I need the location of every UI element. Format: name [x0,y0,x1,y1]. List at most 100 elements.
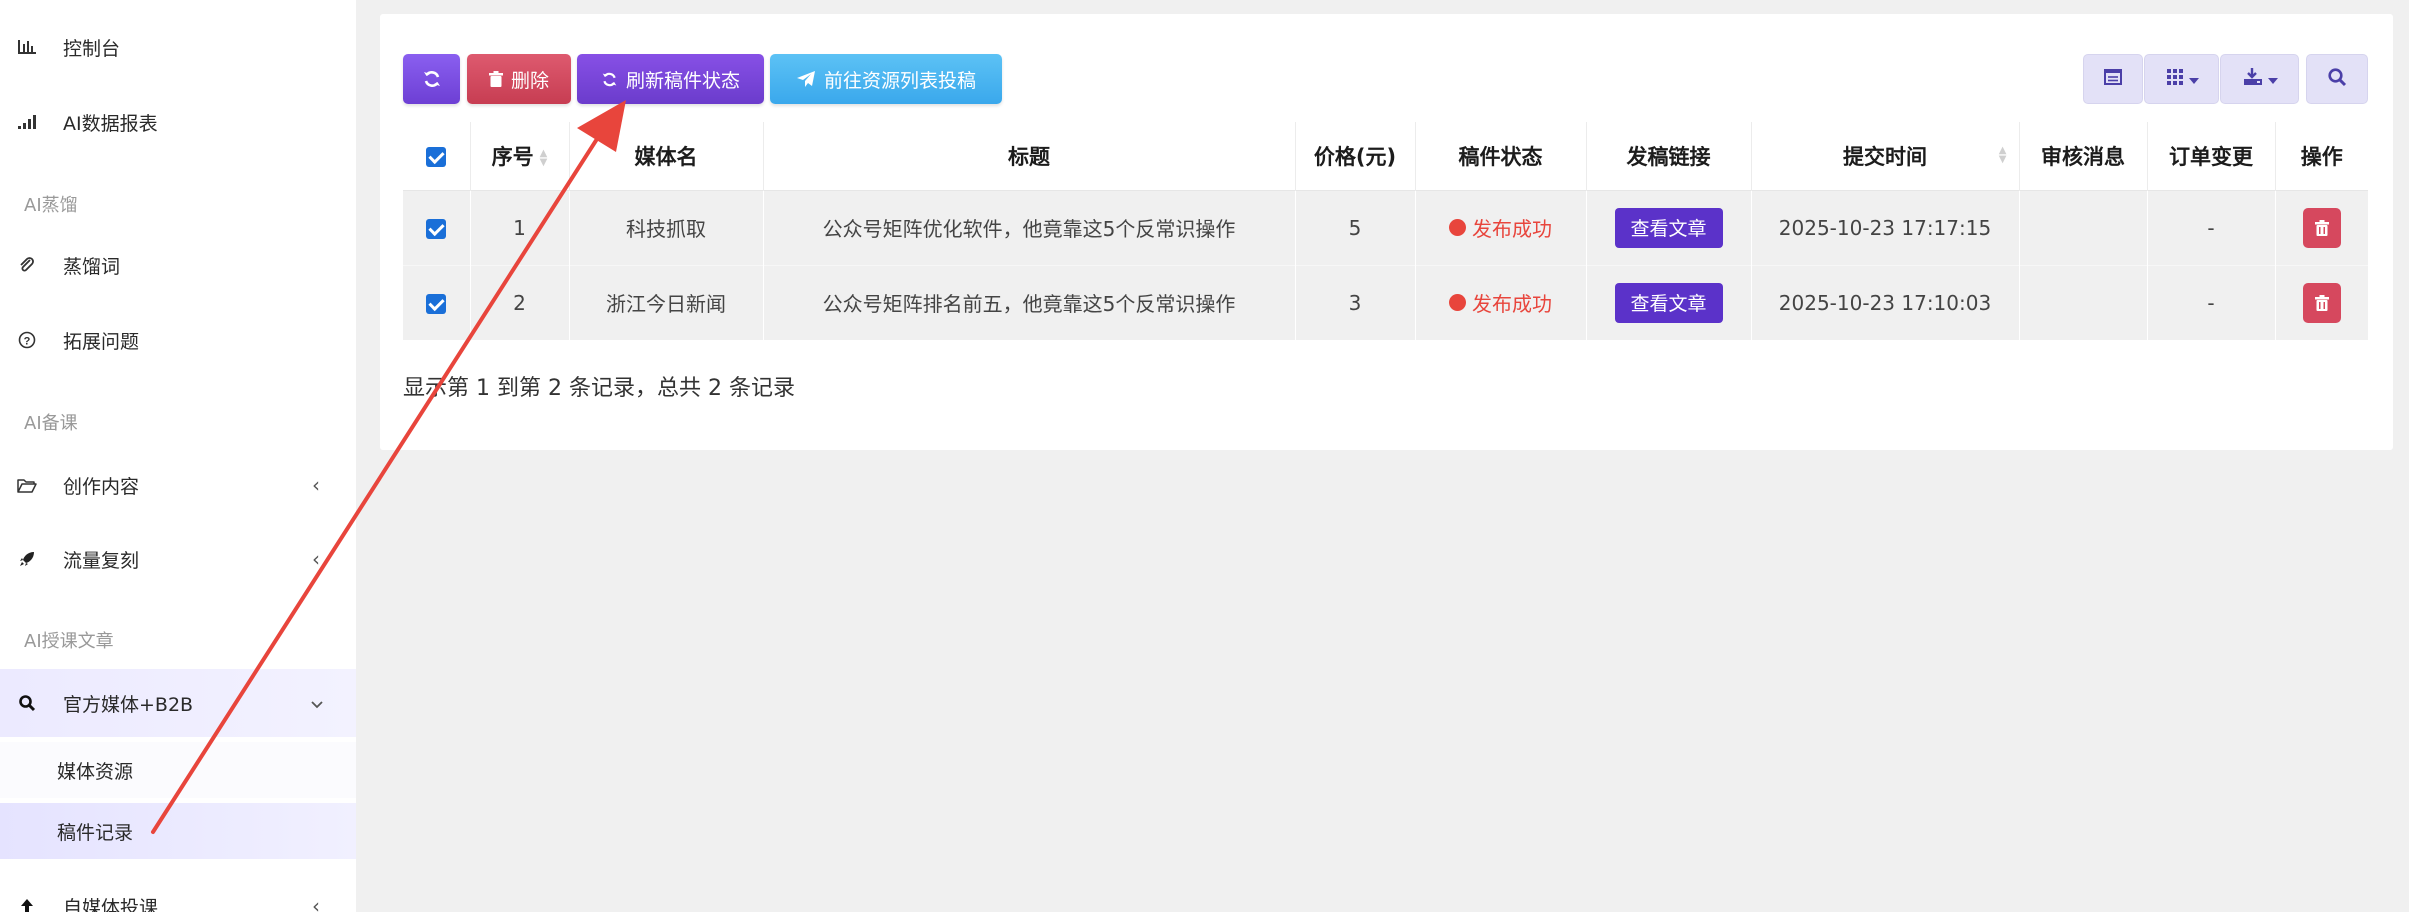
sidebar-subitem-media-resources[interactable]: 媒体资源 [0,742,356,798]
paper-plane-icon [796,70,816,88]
cell-media: 科技抓取 [569,189,764,265]
sidebar-item-label: 自媒体投课 [63,896,159,912]
chevron-left-icon: ‹ [312,894,320,912]
checkbox[interactable] [426,146,447,167]
select-all-checkbox[interactable] [403,122,471,190]
sidebar-item-label: 蒸馏词 [63,255,121,278]
status-badge: 发布成功 [1449,288,1552,317]
sidebar-item-ai-report[interactable]: AI数据报表 [0,92,356,152]
cell-order-change: - [2147,189,2276,265]
cell-media: 浙江今日新闻 [569,264,764,340]
refresh-status-button[interactable]: 刷新稿件状态 [577,54,764,104]
status-dot-icon [1449,294,1466,312]
caret-down-icon [2267,70,2278,89]
search-button[interactable] [2306,54,2368,104]
cell-status: 发布成功 [1415,264,1587,340]
pagination-info: 显示第 1 到第 2 条记录，总共 2 条记录 [403,376,795,401]
records-table: 序号 ▲ ▼ 媒体名 标题 价格(元) 稿件状态 发稿链接 提交时间 ▲ ▼ 审核消息 … [403,122,2368,340]
sidebar-item-label: 控制台 [63,37,121,60]
cell-index: 1 [470,189,570,265]
col-header-order-change: 订单变更 [2147,122,2276,190]
table-row: 1 科技抓取 公众号矩阵优化软件，他竟靠这5个反常识操作 5 发布成功 查看文章… [403,189,2368,265]
section-title-article: AI授课文章 [24,631,114,652]
toggle-view-button[interactable] [2083,54,2143,104]
sidebar-item-label: 拓展问题 [63,330,140,353]
table-row: 2 浙江今日新闻 公众号矩阵排名前五，他竟靠这5个反常识操作 3 发布成功 查看… [403,264,2368,340]
search-icon [2327,67,2347,91]
col-header-price: 价格(元) [1295,122,1416,190]
rocket-icon [16,548,38,570]
row-delete-button[interactable] [2302,207,2341,248]
sort-icon: ▲ ▼ [539,147,548,168]
col-header-title: 标题 [763,122,1296,190]
row-checkbox[interactable] [426,219,447,239]
bar-chart-icon [16,36,38,58]
cell-title: 公众号矩阵优化软件，他竟靠这5个反常识操作 [763,189,1296,265]
view-article-button[interactable]: 查看文章 [1614,282,1723,323]
delete-button[interactable]: 删除 [467,54,571,104]
sidebar-item-official-media[interactable]: 官方媒体+B2B [0,669,356,737]
columns-button[interactable] [2144,54,2219,104]
cell-index: 2 [470,264,570,340]
sidebar-item-self-media[interactable]: 自媒体投课 ‹ [0,876,356,912]
sidebar-subitem-manuscript-records[interactable]: 稿件记录 [0,803,356,859]
chevron-left-icon: ‹ [312,547,320,571]
row-checkbox-cell[interactable] [403,264,471,340]
row-checkbox-cell[interactable] [403,189,471,265]
cell-price: 3 [1295,264,1416,340]
sidebar-subitem-label: 稿件记录 [57,821,134,844]
sidebar-item-label: AI数据报表 [63,112,158,135]
sidebar-item-create-content[interactable]: 创作内容 ‹ [0,455,356,515]
sidebar-item-label: 创作内容 [63,475,140,498]
cell-order-change: - [2147,264,2276,340]
svg-text:?: ? [24,336,31,348]
sidebar-item-expand-questions[interactable]: ? 拓展问题 [0,310,356,370]
sidebar-item-traffic-replica[interactable]: 流量复刻 ‹ [0,529,356,589]
col-header-link: 发稿链接 [1586,122,1752,190]
search-icon [16,692,38,714]
cell-review [2019,189,2148,265]
sidebar-subitem-label: 媒体资源 [57,760,134,783]
sidebar: 控制台 AI数据报表 AI蒸馏 蒸馏词 ? 拓展问题 AI备课 创作内容 ‹ 流… [0,0,356,912]
cell-title: 公众号矩阵排名前五，他竟靠这5个反常识操作 [763,264,1296,340]
cell-price: 5 [1295,189,1416,265]
download-icon [2242,67,2264,91]
trash-icon [2314,294,2329,311]
export-button[interactable] [2220,54,2299,104]
goto-resource-label: 前往资源列表投稿 [823,69,976,92]
folder-open-icon [16,474,38,496]
cell-link: 查看文章 [1586,264,1752,340]
sidebar-item-distill-words[interactable]: 蒸馏词 [0,235,356,295]
question-circle-icon: ? [16,329,38,351]
upload-arrow-icon [16,895,38,912]
trash-icon [488,71,503,87]
col-header-action: 操作 [2275,122,2368,190]
section-title-distill: AI蒸馏 [24,195,78,216]
grid-icon [2165,67,2185,91]
refresh-status-label: 刷新稿件状态 [625,69,740,92]
paperclip-icon [16,254,38,276]
cell-status: 发布成功 [1415,189,1587,265]
chevron-left-icon: ‹ [312,473,320,497]
trash-icon [2314,219,2329,236]
row-checkbox[interactable] [426,294,447,315]
reload-button[interactable] [403,54,460,104]
cell-review [2019,264,2148,340]
table-header-row: 序号 ▲ ▼ 媒体名 标题 价格(元) 稿件状态 发稿链接 提交时间 ▲ ▼ 审核消息 … [403,122,2368,190]
status-dot-icon [1449,219,1466,236]
row-delete-button[interactable] [2302,282,2341,323]
sidebar-item-console[interactable]: 控制台 [0,17,356,77]
records-card: 删除 刷新稿件状态 前往资源列表投稿 序号 ▲ ▼ 媒体名 标题 价格(元) 稿… [380,14,2393,450]
col-header-index[interactable]: 序号 ▲ ▼ [470,122,570,190]
goto-resource-button[interactable]: 前往资源列表投稿 [770,54,1002,104]
cell-time: 2025-10-23 17:10:03 [1751,264,2020,340]
status-badge: 发布成功 [1449,213,1552,242]
cell-link: 查看文章 [1586,189,1752,265]
sidebar-item-label: 官方媒体+B2B [63,693,194,716]
cell-action [2275,264,2368,340]
cell-time: 2025-10-23 17:17:15 [1751,189,2020,265]
caret-down-icon [2188,70,2199,89]
view-article-button[interactable]: 查看文章 [1614,207,1723,248]
refresh-icon [422,69,442,89]
col-header-time[interactable]: 提交时间 ▲ ▼ [1751,122,2020,190]
